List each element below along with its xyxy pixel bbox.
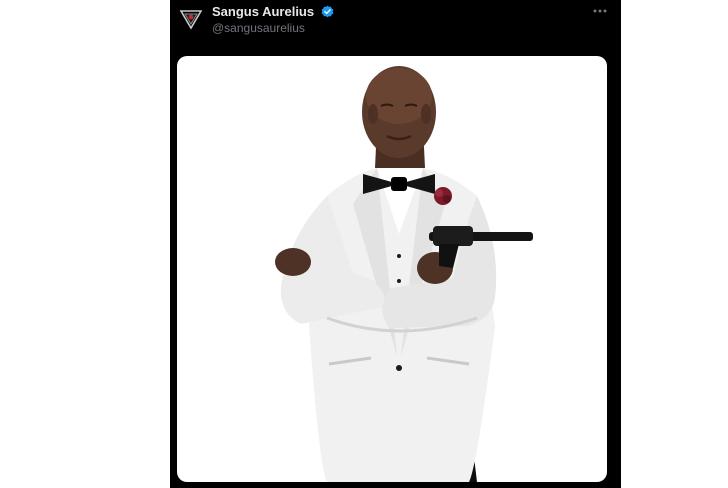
tuxedo-man-image	[275, 66, 533, 482]
verified-badge-icon	[321, 5, 334, 18]
author-display-name[interactable]: Sangus Aurelius	[212, 4, 334, 19]
author-handle[interactable]: @sangusaurelius	[212, 21, 305, 35]
triangle-emblem-icon	[178, 6, 204, 32]
ellipsis-icon[interactable]	[591, 4, 609, 18]
author-name-text: Sangus Aurelius	[212, 4, 315, 19]
tweet-media-photo[interactable]	[177, 56, 607, 482]
tweet-card: Sangus Aurelius @sangusaurelius	[170, 0, 621, 488]
avatar[interactable]	[178, 6, 204, 32]
